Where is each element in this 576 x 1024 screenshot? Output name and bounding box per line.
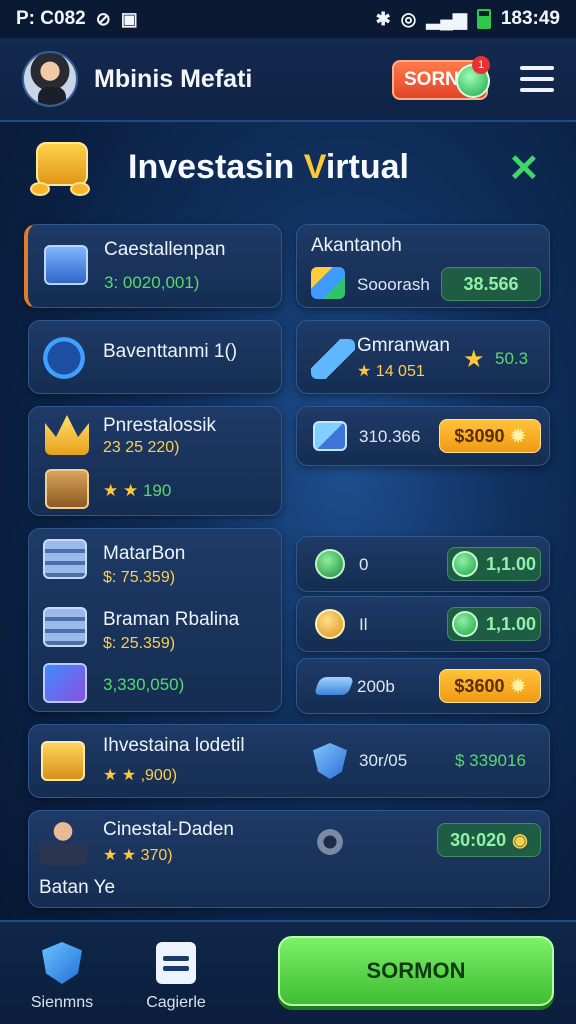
buy-pill[interactable]: $3090 ✹ bbox=[439, 419, 541, 453]
manager-avatar bbox=[39, 817, 87, 865]
star-icon: ★ bbox=[463, 346, 485, 373]
investment-card[interactable]: Baventtanmi 1() bbox=[28, 320, 282, 394]
card-sub: Sooorash bbox=[357, 275, 430, 294]
investment-card[interactable]: Cinestal-Daden ★ ★ 370) 30:020 ◉ Batan Ye bbox=[28, 810, 550, 908]
card-title: Ihvestaina lodetil bbox=[103, 735, 245, 756]
investment-card[interactable]: Caestallenpan 3: 0020,001) bbox=[24, 224, 282, 308]
close-icon[interactable]: ✕ bbox=[508, 150, 540, 188]
card-title: MatarBon bbox=[103, 543, 186, 564]
treasure-icon bbox=[41, 741, 85, 781]
tool-icon bbox=[311, 339, 355, 379]
battery-icon bbox=[476, 9, 491, 29]
card-value: 310.366 bbox=[359, 427, 421, 446]
investment-card[interactable]: Pnrestalossik 23 25 220) ★ ★ 190 bbox=[28, 406, 282, 516]
status-left: P: C082 ⊘ ▣ bbox=[16, 8, 138, 30]
investment-card[interactable]: MatarBon $: 75.359) Braman Rbalina $: 25… bbox=[28, 528, 282, 712]
menu-icon[interactable] bbox=[520, 66, 554, 92]
signal-off-icon: ⊘ bbox=[95, 8, 111, 29]
cubes-icon bbox=[311, 267, 345, 299]
server-icon bbox=[43, 539, 87, 579]
nav-item-shield[interactable]: Sienmns bbox=[14, 942, 110, 1012]
investment-card[interactable]: 310.366 $3090 ✹ bbox=[296, 406, 550, 466]
main-action-button[interactable]: SORMON bbox=[278, 936, 554, 1006]
username: Mbinis Mefati bbox=[94, 64, 253, 93]
card-value-2: $: 25.359) bbox=[103, 635, 176, 652]
buy-pill[interactable]: $3600 ✹ bbox=[439, 669, 541, 703]
card-value: 200b bbox=[357, 677, 395, 696]
card-sub: ★ ★ ,900) bbox=[103, 767, 178, 784]
card-title: Akantanoh bbox=[311, 235, 402, 256]
bottom-nav: Sienmns Cagierle SORMON bbox=[0, 920, 576, 1024]
page-title: Investasin Virtual bbox=[128, 148, 409, 186]
gem-icon bbox=[315, 549, 345, 579]
ingot-icon bbox=[313, 677, 355, 695]
card-title: Cinestal-Daden bbox=[103, 819, 234, 840]
card-title: Pnrestalossik bbox=[103, 415, 216, 436]
card-value: $: 75.359) bbox=[103, 569, 176, 586]
status-bar: P: C082 ⊘ ▣ ✱ ◎ ▂▄▆ 183:49 bbox=[0, 0, 576, 38]
card-value-3: 3,330,050) bbox=[103, 675, 185, 694]
avatar[interactable] bbox=[22, 51, 78, 107]
investment-card[interactable]: Ihvestaina lodetil ★ ★ ,900) 30r/05 $ 33… bbox=[28, 724, 550, 798]
card-value: 23 25 220) bbox=[103, 439, 180, 456]
price-pill[interactable]: 30:020 ◉ bbox=[437, 823, 541, 857]
investment-card[interactable]: 200b $3600 ✹ bbox=[296, 658, 550, 714]
card-value: $ 339016 bbox=[455, 751, 526, 770]
shield-icon bbox=[42, 942, 82, 984]
chest-icon bbox=[45, 469, 89, 509]
card-sub: ★ ★ 190 bbox=[103, 481, 172, 500]
terminal-icon bbox=[44, 245, 88, 285]
server-icon bbox=[43, 607, 87, 647]
box-icon bbox=[313, 421, 347, 451]
card-title-2: Braman Rbalina bbox=[103, 609, 240, 630]
card-title: Baventtanmi 1() bbox=[103, 341, 238, 362]
card-value: 0 bbox=[359, 555, 369, 574]
alarm-icon: ◎ bbox=[400, 8, 417, 29]
card-value: 50.3 bbox=[495, 349, 529, 368]
card-sub: ★ ★ 370) bbox=[103, 847, 173, 864]
status-time: 183:49 bbox=[500, 8, 560, 29]
status-left-text: P: C082 bbox=[16, 8, 86, 29]
card-mid: 30r/05 bbox=[359, 751, 408, 770]
investment-card[interactable]: Il 1,1.00 bbox=[296, 596, 550, 652]
app-header: Mbinis Mefati SORN 1 bbox=[0, 38, 576, 122]
nav-label: Cagierle bbox=[146, 994, 206, 1011]
nav-item-categories[interactable]: Cagierle bbox=[128, 942, 224, 1012]
investment-card[interactable]: Akantanoh Sooorash 38.566 bbox=[296, 224, 550, 308]
nav-label: Sienmns bbox=[30, 994, 94, 1011]
price-pill[interactable]: 38.566 bbox=[441, 267, 541, 301]
badge-icon bbox=[43, 337, 85, 379]
card-value: 3: 0020,001) bbox=[104, 273, 200, 292]
investment-card[interactable]: 0 1,1.00 bbox=[296, 536, 550, 592]
signal-icon: ▂▄▆ bbox=[426, 8, 467, 29]
document-icon bbox=[156, 942, 196, 984]
grid-icon bbox=[43, 663, 87, 703]
crown-icon bbox=[45, 415, 89, 455]
price-pill[interactable]: 1,1.00 bbox=[447, 547, 541, 581]
card-title: Gmranwan bbox=[357, 335, 450, 356]
bluetooth-icon: ✱ bbox=[375, 8, 391, 29]
status-right: ✱ ◎ ▂▄▆ 183:49 bbox=[376, 8, 560, 30]
title-row: Investasin Virtual ✕ bbox=[0, 130, 576, 210]
card-title: Caestallenpan bbox=[104, 239, 226, 260]
media-icon: ▣ bbox=[120, 8, 138, 29]
investment-card[interactable]: Gmranwan ★ 14 051 ★ 50.3 bbox=[296, 320, 550, 394]
shield-icon bbox=[313, 743, 347, 779]
price-pill[interactable]: 1,1.00 bbox=[447, 607, 541, 641]
card-footer: Batan Ye bbox=[39, 877, 116, 898]
notification-badge: 1 bbox=[472, 56, 490, 74]
settings-icon[interactable] bbox=[315, 827, 345, 857]
coins-icon bbox=[30, 142, 94, 200]
coin-icon bbox=[315, 609, 345, 639]
card-sub: ★ 14 051 bbox=[357, 363, 425, 380]
sorn-label: SORN bbox=[404, 69, 459, 90]
card-value: Il bbox=[359, 615, 368, 634]
